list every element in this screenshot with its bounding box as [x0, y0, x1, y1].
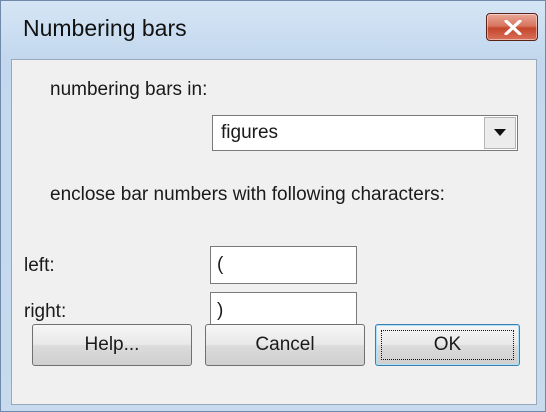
help-button[interactable]: Help...	[32, 324, 192, 366]
numbering-select[interactable]: figures	[212, 115, 518, 151]
left-input[interactable]	[210, 246, 357, 284]
chevron-down-icon	[494, 129, 506, 136]
close-button[interactable]	[486, 13, 538, 41]
dialog-body: numbering bars in: figures enclose bar n…	[11, 59, 537, 405]
numbering-label: numbering bars in:	[50, 79, 208, 100]
ok-button[interactable]: OK	[375, 324, 520, 366]
cancel-button[interactable]: Cancel	[205, 324, 365, 366]
left-label: left:	[24, 255, 55, 276]
numbering-dropdown-button[interactable]	[484, 117, 516, 149]
close-icon	[504, 20, 522, 35]
cancel-button-label: Cancel	[255, 334, 315, 355]
window-title: Numbering bars	[23, 15, 187, 41]
title-bar[interactable]: Numbering bars	[1, 1, 545, 59]
ok-button-label: OK	[433, 334, 462, 355]
dialog-window: Numbering bars numbering bars in: figure…	[0, 0, 546, 412]
right-label: right:	[24, 301, 67, 322]
numbering-select-value: figures	[221, 122, 279, 143]
help-button-label: Help...	[84, 334, 140, 355]
enclose-label: enclose bar numbers with following chara…	[50, 184, 445, 205]
